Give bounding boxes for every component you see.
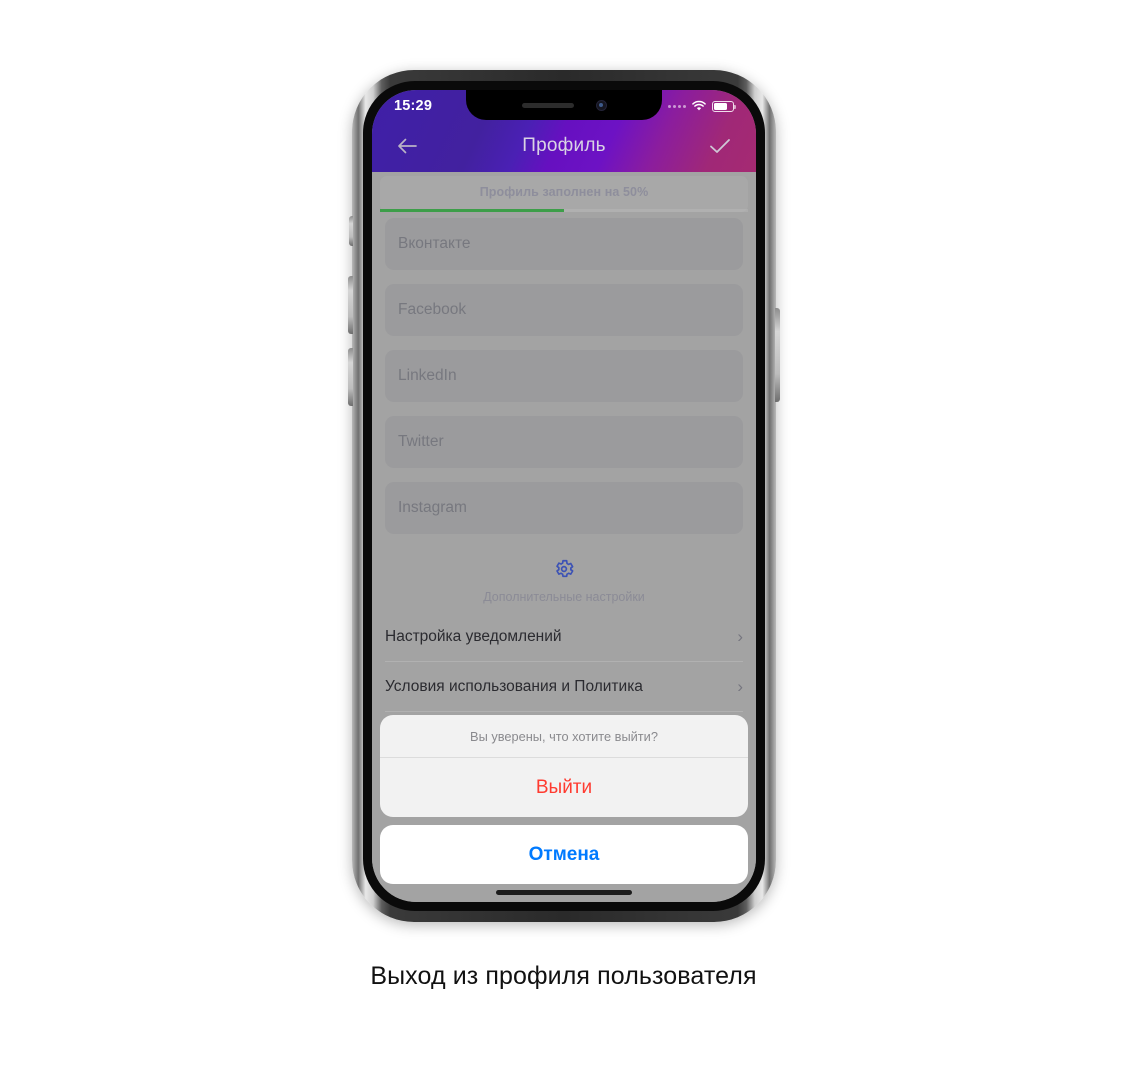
- menu-row-terms[interactable]: Условия использования и Политика ›: [385, 662, 743, 712]
- power-button[interactable]: [775, 308, 780, 402]
- notch: [466, 90, 662, 120]
- profile-content: Профиль заполнен на 50% Вконтакте Facebo…: [372, 172, 756, 902]
- field-facebook-placeholder: Facebook: [398, 301, 467, 318]
- settings-menu: Настройка уведомлений › Условия использо…: [372, 612, 756, 712]
- progress-fill: [380, 209, 564, 212]
- field-twitter[interactable]: Twitter: [385, 416, 743, 468]
- field-vkontakte-placeholder: Вконтакте: [398, 235, 471, 252]
- menu-row-label: Условия использования и Политика: [385, 677, 643, 695]
- battery-icon: [712, 100, 736, 112]
- signal-dots-icon: [668, 104, 686, 108]
- menu-row-label: Настройка уведомлений: [385, 627, 562, 645]
- home-indicator[interactable]: [496, 890, 632, 895]
- status-time: 15:29: [394, 98, 433, 114]
- field-linkedin-placeholder: LinkedIn: [398, 367, 457, 384]
- figure-caption: Выход из профиля пользователя: [370, 962, 757, 990]
- field-vkontakte[interactable]: Вконтакте: [385, 218, 743, 270]
- wifi-icon: [692, 100, 706, 111]
- action-sheet-group: Вы уверены, что хотите выйти? Выйти: [380, 715, 748, 817]
- chevron-right-icon: ›: [737, 677, 743, 696]
- logout-action-sheet: Вы уверены, что хотите выйти? Выйти Отме…: [380, 715, 748, 884]
- arrow-left-icon: [398, 138, 417, 154]
- phone-mockup: 15:29 Профиль Профиль заполнен на 50% Вк…: [348, 70, 780, 922]
- page-title: Профиль: [522, 135, 606, 156]
- mute-switch-button[interactable]: [349, 216, 353, 246]
- front-camera-icon: [595, 99, 607, 111]
- gear-icon: [553, 558, 575, 580]
- checkmark-icon: [710, 139, 730, 153]
- logout-button[interactable]: Выйти: [380, 758, 748, 817]
- profile-completion-label: Профиль заполнен на 50%: [479, 185, 649, 199]
- field-instagram[interactable]: Instagram: [385, 482, 743, 534]
- field-twitter-placeholder: Twitter: [398, 433, 444, 450]
- back-button[interactable]: [386, 126, 430, 166]
- field-instagram-placeholder: Instagram: [398, 499, 467, 516]
- field-facebook[interactable]: Facebook: [385, 284, 743, 336]
- progress-track: [380, 209, 748, 212]
- chevron-right-icon: ›: [737, 627, 743, 646]
- volume-down-button[interactable]: [348, 348, 353, 406]
- cancel-button[interactable]: Отмена: [380, 825, 748, 884]
- nav-bar: Профиль: [372, 120, 756, 172]
- social-fields: Вконтакте Facebook LinkedIn Twitter Inst…: [372, 212, 756, 534]
- status-icons: [668, 100, 736, 112]
- volume-up-button[interactable]: [348, 276, 353, 334]
- speaker-grille-icon: [521, 102, 574, 108]
- menu-row-notifications[interactable]: Настройка уведомлений ›: [385, 612, 743, 662]
- action-sheet-title: Вы уверены, что хотите выйти?: [380, 715, 748, 758]
- phone-screen: 15:29 Профиль Профиль заполнен на 50% Вк…: [372, 90, 756, 902]
- field-linkedin[interactable]: LinkedIn: [385, 350, 743, 402]
- extra-settings-label: Дополнительные настройки: [483, 590, 645, 604]
- save-button[interactable]: [698, 126, 742, 166]
- extra-settings-button[interactable]: Дополнительные настройки: [372, 548, 756, 612]
- profile-completion-card: Профиль заполнен на 50%: [380, 176, 748, 212]
